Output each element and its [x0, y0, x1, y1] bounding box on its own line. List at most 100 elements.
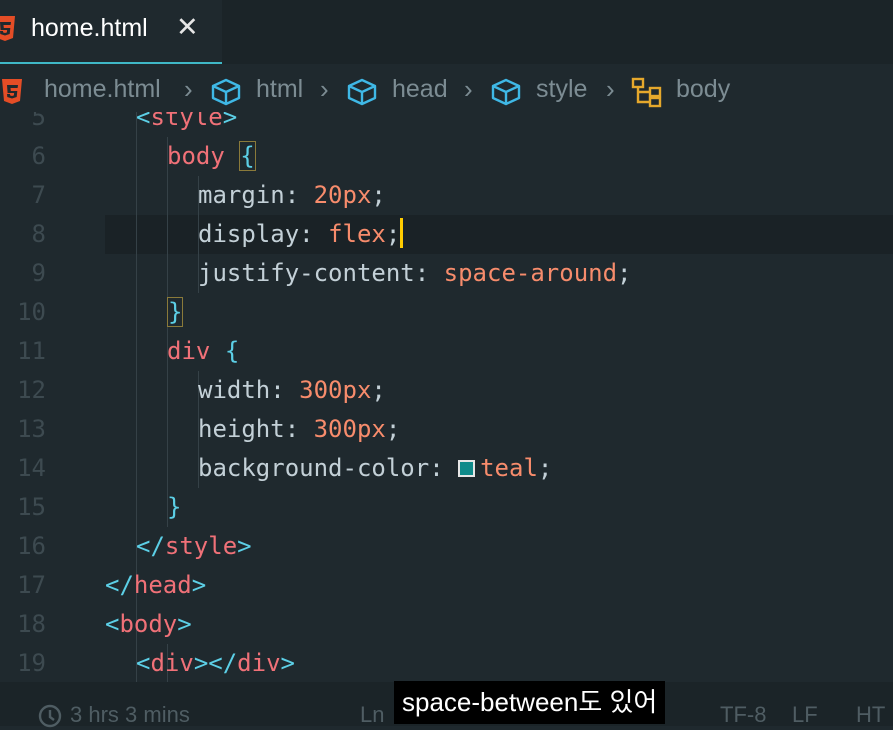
line-number: 16: [17, 532, 46, 560]
code-token: :: [299, 220, 329, 248]
breadcrumb: home.html › html › head › style › body: [0, 70, 893, 112]
code-token: style: [164, 532, 238, 560]
code-token: margin: [198, 181, 285, 209]
chevron-right-icon: ›: [320, 74, 329, 104]
code-token: display: [198, 220, 300, 248]
close-icon[interactable]: ✕: [176, 12, 199, 43]
code-token: div: [150, 649, 194, 677]
line-number: 10: [17, 298, 46, 326]
code-token: <: [136, 649, 151, 677]
line-number: 5: [31, 112, 46, 131]
code-token: :: [414, 259, 444, 287]
code-token: >: [237, 532, 252, 560]
code-token: space-around: [443, 259, 618, 287]
code-token: :: [270, 376, 300, 404]
code-line: 12 width: 300px;: [0, 371, 893, 410]
code-token: background-color: [198, 454, 430, 482]
code-token: >: [222, 112, 238, 131]
html5-icon: [0, 16, 15, 41]
code-token: {: [239, 141, 256, 171]
tab-bar: home.html ✕: [0, 0, 893, 64]
line-number: 14: [17, 454, 46, 482]
code-line: 11 div {: [0, 332, 893, 371]
video-subtitle: space-between도 있어: [394, 681, 666, 724]
code-line: 17 </head>: [0, 566, 893, 605]
code-line: 18 <body>: [0, 605, 893, 644]
code-line: 7 margin: 20px;: [0, 176, 893, 215]
breadcrumb-item-body[interactable]: body: [676, 75, 730, 104]
code-token: >: [191, 571, 207, 599]
code-token: head: [133, 571, 192, 599]
breadcrumb-item-html[interactable]: html: [256, 75, 303, 104]
code-token: >: [280, 649, 295, 677]
code-token: body: [167, 142, 225, 170]
code-token: justify-content: [198, 259, 415, 287]
code-line: 19 <div></div>: [0, 644, 893, 682]
cube-icon: [491, 78, 521, 106]
code-line: 6 body {: [0, 137, 893, 176]
cursor-position[interactable]: Ln: [360, 702, 384, 728]
line-number: 15: [17, 493, 46, 521]
code-token: </: [136, 532, 165, 560]
code-token: ;: [537, 454, 553, 482]
chevron-right-icon: ›: [464, 74, 473, 104]
code-line: 14 background-color: teal;: [0, 449, 893, 488]
code-token: ;: [385, 220, 401, 248]
line-number: 18: [17, 610, 46, 638]
code-token: 300px: [299, 376, 372, 404]
code-token: style: [150, 112, 223, 131]
code-line: 8 display: flex;: [0, 215, 893, 254]
breadcrumb-item-head[interactable]: head: [392, 75, 448, 104]
encoding[interactable]: TF-8: [720, 702, 766, 728]
line-number: 12: [17, 376, 46, 404]
code-line: 13 height: 300px;: [0, 410, 893, 449]
code-token: div: [237, 649, 281, 677]
css-rule-icon: [631, 77, 662, 108]
line-number: 17: [17, 571, 46, 599]
code-token: {: [224, 337, 240, 365]
code-token: ;: [371, 376, 386, 404]
code-token: ;: [617, 259, 632, 287]
code-token: :: [429, 454, 459, 482]
language-mode[interactable]: HT: [856, 702, 885, 728]
breadcrumb-item-file[interactable]: home.html: [44, 75, 161, 104]
cube-icon: [211, 78, 241, 106]
color-swatch[interactable]: [458, 460, 476, 477]
line-number: 9: [31, 259, 46, 287]
code-token: div: [167, 337, 211, 365]
code-token: }: [167, 493, 182, 521]
code-token: teal: [480, 454, 538, 482]
tab-label: home.html: [31, 14, 148, 42]
code-token: ;: [371, 181, 386, 209]
code-token: body: [119, 610, 178, 638]
history-label[interactable]: 3 hrs 3 mins: [70, 702, 190, 728]
code-editor[interactable]: 5 <style> 6 body {7 margin: 20px; 8 display: f…: [0, 112, 893, 682]
line-number: 19: [17, 649, 46, 677]
html5-icon: [2, 79, 22, 104]
code-line: 5 <style>: [0, 112, 893, 137]
breadcrumb-item-style[interactable]: style: [536, 75, 587, 104]
line-number: 8: [31, 220, 46, 248]
code-token: flex: [328, 220, 386, 248]
code-token: height: [198, 415, 285, 443]
code-token: 20px: [313, 181, 372, 209]
chevron-right-icon: ›: [606, 74, 615, 104]
code-token: 300px: [313, 415, 386, 443]
text-cursor: [400, 218, 404, 248]
code-line: 9 justify-content: space-around;: [0, 254, 893, 293]
code-token: ></: [193, 649, 238, 677]
line-number: 7: [31, 181, 46, 209]
code-line: 15}: [0, 488, 893, 527]
eol[interactable]: LF: [792, 702, 818, 728]
code-line: 10}: [0, 293, 893, 332]
code-token: :: [284, 415, 314, 443]
cube-icon: [347, 78, 377, 106]
tab-home-html[interactable]: home.html ✕: [0, 0, 222, 64]
code-token: </: [105, 571, 134, 599]
code-token: :: [284, 181, 314, 209]
code-token: <: [136, 112, 151, 131]
chevron-right-icon: ›: [184, 74, 193, 104]
line-number: 6: [31, 142, 46, 170]
